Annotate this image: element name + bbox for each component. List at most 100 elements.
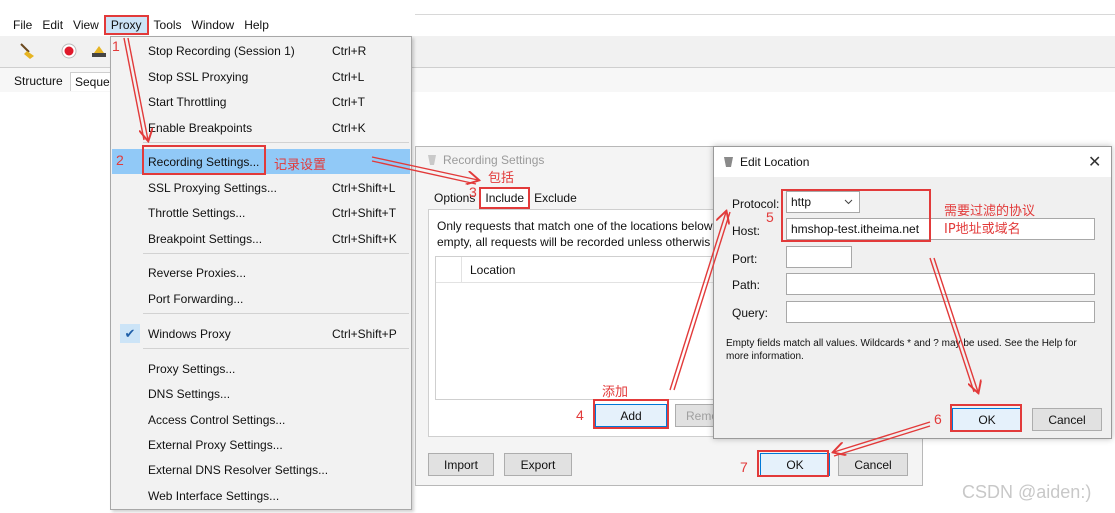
protocol-value: http [791, 195, 812, 209]
annotation-filter-protocol: 需要过滤的协议 [944, 204, 1036, 219]
throttle-icon[interactable] [88, 40, 110, 62]
menu-item-reverse-proxies[interactable]: Reverse Proxies... [112, 260, 410, 285]
annotation-add: 添加 [602, 385, 629, 400]
menu-item-windows-proxy[interactable]: ✔ Windows Proxy Ctrl+Shift+P [112, 321, 410, 346]
proxy-menu: Stop Recording (Session 1) Ctrl+R Stop S… [110, 36, 412, 510]
column-location: Location [470, 263, 516, 277]
record-icon[interactable] [58, 40, 80, 62]
menu-bar: File Edit View Proxy Tools Window Help [0, 14, 415, 36]
dialog-title-text: Recording Settings [443, 153, 545, 167]
path-input[interactable] [786, 273, 1095, 295]
dialog-titlebar: Edit Location ✕ [714, 147, 1111, 177]
menu-item-external-proxy-settings[interactable]: External Proxy Settings... [112, 432, 410, 457]
menu-item-label: Web Interface Settings... [148, 488, 280, 503]
menu-item-label: Start Throttling [148, 94, 227, 109]
menu-item-recording-settings[interactable]: Recording Settings... [112, 149, 410, 174]
menu-item-shortcut: Ctrl+R [332, 43, 367, 58]
menu-item-access-control-settings[interactable]: Access Control Settings... [112, 407, 410, 432]
menu-item-label: DNS Settings... [148, 386, 231, 401]
menu-item-label: Windows Proxy [148, 326, 231, 341]
menu-help[interactable]: Help [239, 15, 274, 35]
menu-item-label: Stop SSL Proxying [148, 69, 249, 84]
cancel-button[interactable]: Cancel [838, 453, 908, 476]
menu-item-start-throttling[interactable]: Start Throttling Ctrl+T [112, 89, 410, 114]
menu-separator [143, 253, 409, 254]
watermark: CSDN @aiden:) [962, 482, 1092, 502]
menu-item-external-dns-resolver-settings[interactable]: External DNS Resolver Settings... [112, 457, 410, 482]
menu-item-shortcut: Ctrl+T [332, 94, 365, 109]
menu-item-shortcut: Ctrl+Shift+P [332, 326, 397, 341]
path-label: Path: [732, 278, 761, 292]
menu-item-shortcut: Ctrl+K [332, 120, 366, 135]
menu-item-shortcut: Ctrl+L [332, 69, 365, 84]
menu-item-label: Access Control Settings... [148, 412, 286, 427]
menu-item-port-forwarding[interactable]: Port Forwarding... [112, 286, 410, 311]
export-button[interactable]: Export [504, 453, 572, 476]
step-number: 7 [740, 459, 748, 475]
dialog-title: Edit Location [740, 155, 810, 169]
tab-include[interactable]: Include [479, 187, 531, 209]
menu-item-label: Port Forwarding... [148, 291, 244, 306]
menu-view[interactable]: View [68, 15, 104, 35]
annotation-record-settings: 记录设置 [274, 158, 327, 173]
menu-separator [143, 348, 409, 349]
step-number: 2 [116, 152, 124, 168]
menu-item-label: Breakpoint Settings... [148, 231, 263, 246]
protocol-select[interactable]: http [786, 191, 860, 213]
menu-separator [143, 313, 409, 314]
menu-file[interactable]: File [8, 15, 37, 35]
menu-item-label: Reverse Proxies... [148, 265, 247, 280]
menu-item-shortcut: Ctrl+Shift+K [332, 231, 397, 246]
menu-item-dns-settings[interactable]: DNS Settings... [112, 381, 410, 406]
app-icon [428, 155, 436, 165]
menu-window[interactable]: Window [187, 15, 240, 35]
checkmark-icon: ✔ [120, 324, 140, 343]
query-input[interactable] [786, 301, 1095, 323]
ok-button[interactable]: OK [760, 453, 830, 476]
add-button[interactable]: Add [595, 404, 667, 427]
menu-item-label: SSL Proxying Settings... [148, 180, 277, 195]
table-header-checkbox-column [436, 257, 462, 283]
tab-sequence[interactable]: Seque [70, 72, 115, 91]
menu-edit[interactable]: Edit [37, 15, 68, 35]
menu-separator [143, 142, 409, 143]
menu-item-throttle-settings[interactable]: Throttle Settings... Ctrl+Shift+T [112, 200, 410, 225]
help-note: Empty fields match all values. Wildcards… [726, 338, 1077, 362]
menu-item-stop-ssl-proxying[interactable]: Stop SSL Proxying Ctrl+L [112, 64, 410, 89]
tab-structure[interactable]: Structure [10, 72, 67, 90]
dialog-title: Recording Settings [426, 153, 544, 167]
cancel-button[interactable]: Cancel [1032, 408, 1102, 431]
menu-item-shortcut: Ctrl+Shift+T [332, 205, 397, 220]
menu-item-label: Proxy Settings... [148, 361, 236, 376]
app-icon [724, 157, 733, 167]
query-label: Query: [732, 306, 769, 320]
menu-item-label: External Proxy Settings... [148, 437, 283, 452]
host-label: Host: [732, 224, 761, 238]
host-input[interactable]: hmshop-test.itheima.net [786, 218, 1095, 240]
annotation-include: 包括 [488, 171, 515, 186]
menu-item-proxy-settings[interactable]: Proxy Settings... [112, 356, 410, 381]
menu-item-label: Recording Settings... [148, 154, 260, 169]
menu-item-label: External DNS Resolver Settings... [148, 462, 329, 477]
step-number: 1 [112, 38, 120, 54]
broom-icon[interactable] [16, 40, 38, 62]
menu-item-enable-breakpoints[interactable]: Enable Breakpoints Ctrl+K [112, 115, 410, 140]
ok-button[interactable]: OK [952, 408, 1022, 431]
step-number: 3 [469, 184, 477, 200]
menu-item-shortcut: Ctrl+Shift+L [332, 180, 396, 195]
menu-tools[interactable]: Tools [149, 15, 187, 35]
tab-exclude[interactable]: Exclude [530, 189, 581, 209]
close-icon[interactable]: ✕ [1088, 152, 1101, 172]
host-value: hmshop-test.itheima.net [791, 222, 920, 236]
menu-proxy[interactable]: Proxy [103, 15, 149, 35]
menu-item-web-interface-settings[interactable]: Web Interface Settings... [112, 483, 410, 508]
menu-item-label: Enable Breakpoints [148, 120, 253, 135]
port-input[interactable] [786, 246, 852, 268]
import-button[interactable]: Import [428, 453, 494, 476]
menu-item-stop-recording[interactable]: Stop Recording (Session 1) Ctrl+R [112, 38, 410, 63]
dialog-tabs: Options Include Exclude [430, 187, 581, 209]
annotation-ip-or-domain: IP地址或域名 [944, 222, 1021, 237]
chevron-down-icon [844, 199, 853, 205]
menu-item-breakpoint-settings[interactable]: Breakpoint Settings... Ctrl+Shift+K [112, 226, 410, 251]
menu-item-ssl-proxying-settings[interactable]: SSL Proxying Settings... Ctrl+Shift+L [112, 175, 410, 200]
